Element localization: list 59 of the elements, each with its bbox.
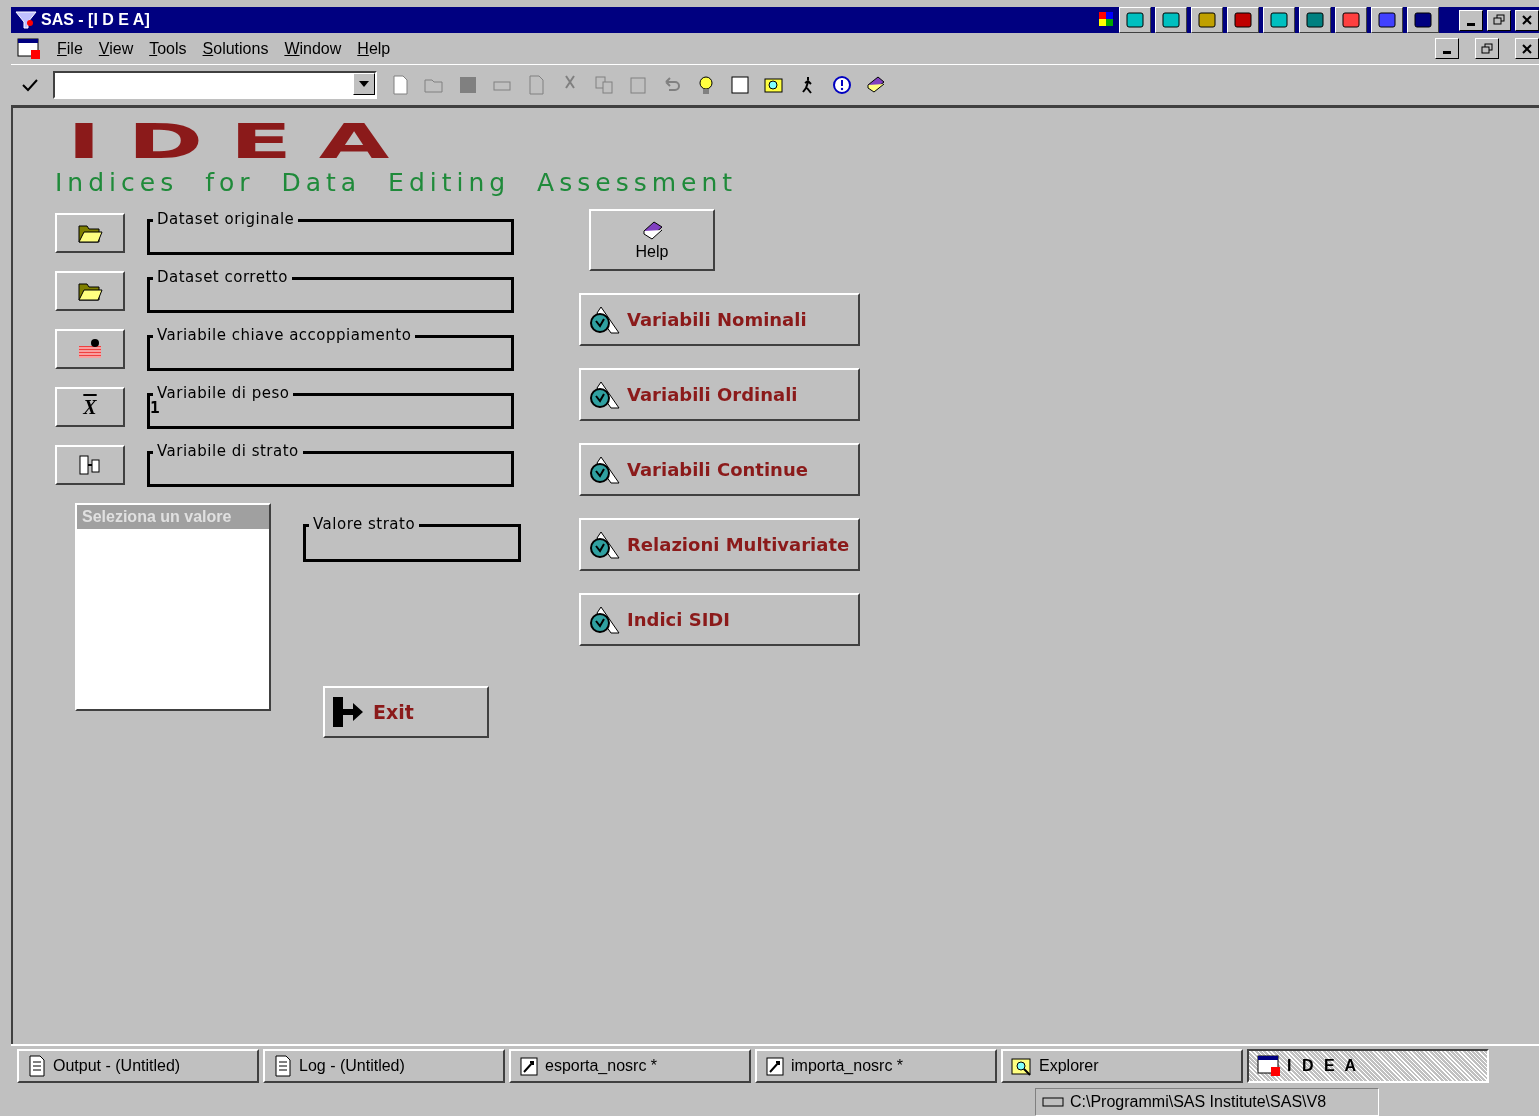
field-picker-button[interactable]: [55, 271, 125, 311]
drive-icon: [1042, 1096, 1064, 1108]
dropdown-button[interactable]: [353, 73, 375, 95]
caret-icon: [359, 81, 369, 87]
taskbar-button[interactable]: esporta_nosrc *: [509, 1049, 751, 1083]
minimize-icon: [1443, 51, 1451, 54]
program-icon: [765, 1055, 785, 1077]
restore-icon: [1493, 14, 1505, 26]
taskbar-button[interactable]: Explorer: [1001, 1049, 1243, 1083]
restore-button[interactable]: [1487, 9, 1511, 31]
app-window-icon[interactable]: [17, 37, 41, 60]
menu-item[interactable]: Solutions: [202, 39, 269, 58]
menu-item[interactable]: File: [57, 39, 83, 58]
close-button[interactable]: [1515, 38, 1539, 59]
menu-item[interactable]: View: [98, 39, 134, 58]
logo-subtitle: Indices for Data Editing Assessment: [55, 168, 738, 197]
menu-item[interactable]: Tools: [149, 39, 187, 58]
taskbar-button[interactable]: I D E A: [1247, 1049, 1489, 1083]
command-field[interactable]: [53, 71, 377, 99]
brick-wall-icon: [77, 338, 103, 360]
help-button[interactable]: Help: [589, 209, 715, 271]
menu-item[interactable]: Help: [357, 39, 391, 58]
restore-button[interactable]: [1475, 38, 1499, 59]
taskbar-button[interactable]: Output - (Untitled): [17, 1049, 259, 1083]
program-icon: [519, 1055, 539, 1077]
close-icon: [1522, 15, 1532, 25]
minimize-icon: [1467, 22, 1475, 26]
mean-symbol-icon: X: [83, 395, 97, 419]
window-title: SAS - [I D E A]: [41, 11, 151, 29]
minimize-button[interactable]: [1459, 9, 1483, 31]
exit-door-icon: [331, 695, 365, 729]
field-picker-button[interactable]: X: [55, 387, 125, 427]
exclamation-circle-icon[interactable]: [831, 74, 853, 96]
field-picker-button[interactable]: [55, 213, 125, 253]
close-button[interactable]: [1515, 9, 1539, 31]
analysis-button[interactable]: Variabili Nominali: [579, 293, 860, 346]
menu-item[interactable]: Window: [284, 39, 342, 58]
taskbar-button[interactable]: Log - (Untitled): [263, 1049, 505, 1083]
exit-button[interactable]: Exit: [323, 686, 489, 738]
path-text: C:\Programmi\SAS Institute\SAS\V8: [1070, 1093, 1327, 1111]
folder-icon: [77, 280, 103, 302]
taskbar-button[interactable]: importa_nosrc *: [755, 1049, 997, 1083]
window-icon: [1257, 1055, 1281, 1077]
report-icon: [27, 1055, 47, 1077]
minimize-button[interactable]: [1435, 38, 1459, 59]
close-icon: [1522, 43, 1532, 54]
analysis-button[interactable]: Variabili Ordinali: [579, 368, 860, 421]
field-picker-button[interactable]: [55, 329, 125, 369]
analysis-button[interactable]: Relazioni Multivariate: [579, 518, 860, 571]
logo-title: IDEA: [67, 118, 416, 164]
field-picker-button[interactable]: [55, 445, 125, 485]
folder-icon: [77, 222, 103, 244]
sas-logo-icon: [15, 10, 37, 30]
analysis-button[interactable]: Indici SIDI: [579, 593, 860, 646]
analysis-button[interactable]: Variabili Continue: [579, 443, 860, 496]
book-icon: [640, 219, 664, 241]
columns-icon: [77, 454, 103, 476]
restore-icon: [1481, 42, 1493, 55]
document-icon: [273, 1055, 293, 1077]
